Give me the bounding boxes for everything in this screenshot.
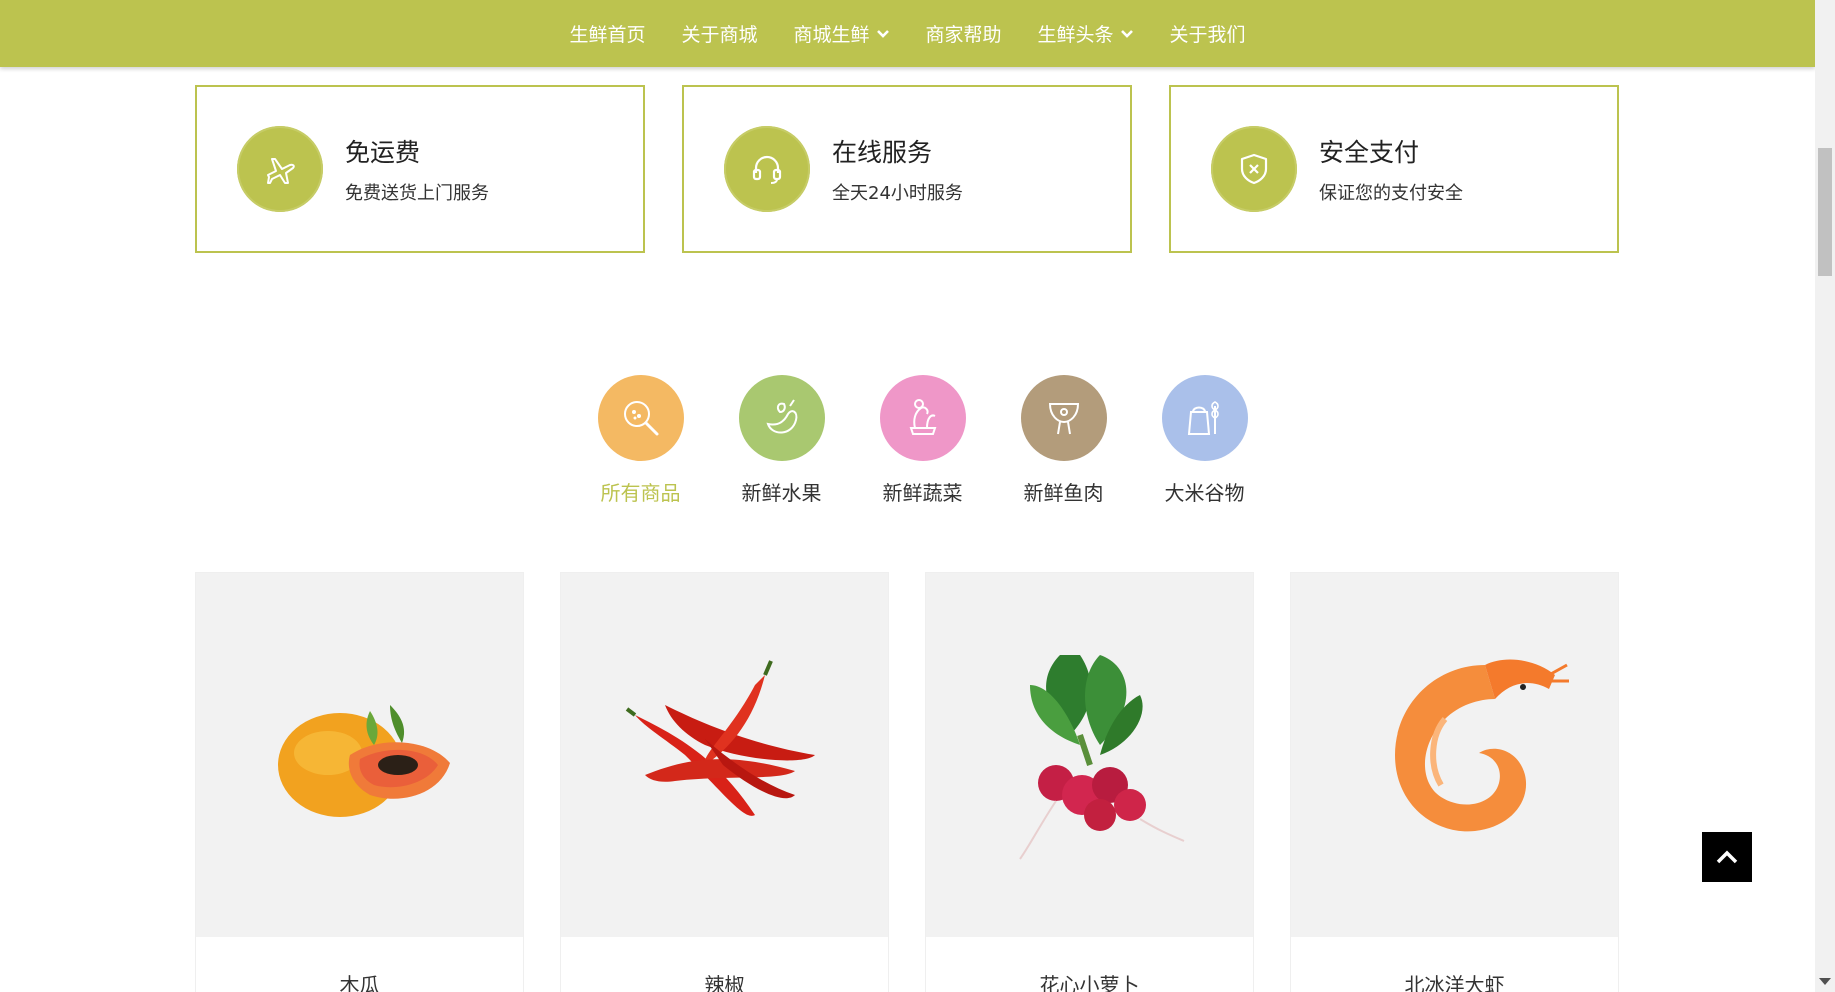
shield-icon — [1240, 153, 1268, 185]
feature-subtitle: 全天24小时服务 — [832, 183, 963, 204]
product-card[interactable]: 北冰洋大虾 — [1290, 572, 1619, 992]
chevron-down-icon — [876, 29, 889, 38]
category-label: 所有商品 — [600, 481, 681, 505]
category-label: 新鲜蔬菜 — [882, 481, 963, 505]
category-label: 新鲜水果 — [741, 481, 822, 505]
scroll-down-arrow[interactable] — [1819, 978, 1831, 985]
category-fruit[interactable]: 新鲜水果 — [711, 375, 852, 506]
product-image[interactable] — [561, 573, 888, 937]
headset-icon — [752, 155, 782, 184]
feature-title: 安全支付 — [1319, 138, 1420, 167]
nav-item-label: 关于我们 — [1169, 24, 1246, 46]
meat-icon — [1048, 403, 1079, 435]
product-image[interactable] — [1291, 573, 1618, 937]
feature-title: 免运费 — [345, 138, 421, 167]
grain-icon — [1187, 401, 1219, 435]
nav-item-merchant-help[interactable]: 商家帮助 — [908, 20, 1020, 47]
nav-item-label: 生鲜首页 — [569, 24, 646, 46]
feature-icon-badge — [724, 126, 810, 212]
category-meat[interactable]: 新鲜鱼肉 — [993, 375, 1134, 506]
category-badge — [1161, 375, 1248, 461]
product-card[interactable]: 花心小萝卜 — [925, 572, 1254, 992]
category-filter: 所有商品 新鲜水果 新鲜蔬菜 新鲜鱼肉 大米谷物 — [570, 375, 1275, 506]
feature-icon-badge — [237, 126, 323, 212]
nav-menu: 生鲜首页 关于商城 商城生鲜 商家帮助 生鲜头条 关于我们 — [551, 20, 1263, 47]
nav-item-label: 商家帮助 — [925, 24, 1002, 46]
chevron-up-icon — [1716, 850, 1738, 864]
feature-list: 免运费 免费送货上门服务 在线服务 全天24小时服务 安全支付 保证您的支付安全 — [195, 85, 1619, 253]
feature-subtitle: 保证您的支付安全 — [1319, 183, 1463, 204]
feature-free-shipping: 免运费 免费送货上门服务 — [195, 85, 645, 253]
product-image[interactable] — [926, 573, 1253, 937]
feature-title: 在线服务 — [832, 138, 933, 167]
product-card[interactable]: 辣椒 — [560, 572, 889, 992]
category-all[interactable]: 所有商品 — [570, 375, 711, 506]
scrollbar-thumb[interactable] — [1818, 148, 1832, 276]
nav-item-label: 商城生鲜 — [793, 24, 870, 46]
category-badge — [1020, 375, 1107, 461]
top-navbar: 生鲜首页 关于商城 商城生鲜 商家帮助 生鲜头条 关于我们 — [0, 0, 1815, 67]
product-name: 辣椒 — [704, 973, 745, 992]
category-grain[interactable]: 大米谷物 — [1134, 375, 1275, 506]
nav-item-label: 关于商城 — [681, 24, 758, 46]
fruit-icon — [766, 399, 797, 434]
product-grid: 木瓜 辣椒 花心小萝卜 北冰洋大虾 — [195, 572, 1619, 992]
feature-online-service: 在线服务 全天24小时服务 — [682, 85, 1132, 253]
feature-secure-payment: 安全支付 保证您的支付安全 — [1169, 85, 1619, 253]
nav-item-fresh[interactable]: 商城生鲜 — [775, 20, 907, 47]
nav-item-about-us[interactable]: 关于我们 — [1152, 20, 1264, 47]
category-label: 新鲜鱼肉 — [1023, 481, 1104, 505]
page: 生鲜首页 关于商城 商城生鲜 商家帮助 生鲜头条 关于我们 免运费 免费送货上门… — [0, 0, 1835, 992]
nav-item-label: 生鲜头条 — [1037, 24, 1114, 46]
category-badge — [738, 375, 825, 461]
shrimp-image — [1394, 659, 1569, 832]
product-name: 木瓜 — [339, 973, 380, 992]
nav-item-home[interactable]: 生鲜首页 — [551, 20, 663, 47]
back-to-top-button[interactable] — [1702, 832, 1752, 882]
nav-item-news[interactable]: 生鲜头条 — [1020, 20, 1152, 47]
airplane-icon — [267, 158, 295, 184]
vegetable-icon — [909, 399, 936, 435]
product-card[interactable]: 木瓜 — [195, 572, 524, 992]
category-label: 大米谷物 — [1164, 481, 1245, 505]
chevron-down-icon — [1120, 29, 1133, 38]
feature-icon-badge — [1211, 126, 1297, 212]
chili-image — [625, 660, 815, 816]
radish-image — [1018, 655, 1184, 860]
category-badge — [597, 375, 684, 461]
product-name: 北冰洋大虾 — [1404, 973, 1505, 992]
product-name: 花心小萝卜 — [1039, 973, 1140, 992]
product-image[interactable] — [196, 573, 523, 937]
papaya-image — [277, 705, 450, 817]
category-vegetable[interactable]: 新鲜蔬菜 — [852, 375, 993, 506]
feature-subtitle: 免费送货上门服务 — [345, 183, 489, 204]
nav-item-about-mall[interactable]: 关于商城 — [663, 20, 775, 47]
category-badge — [879, 375, 966, 461]
search-icon — [623, 401, 658, 436]
